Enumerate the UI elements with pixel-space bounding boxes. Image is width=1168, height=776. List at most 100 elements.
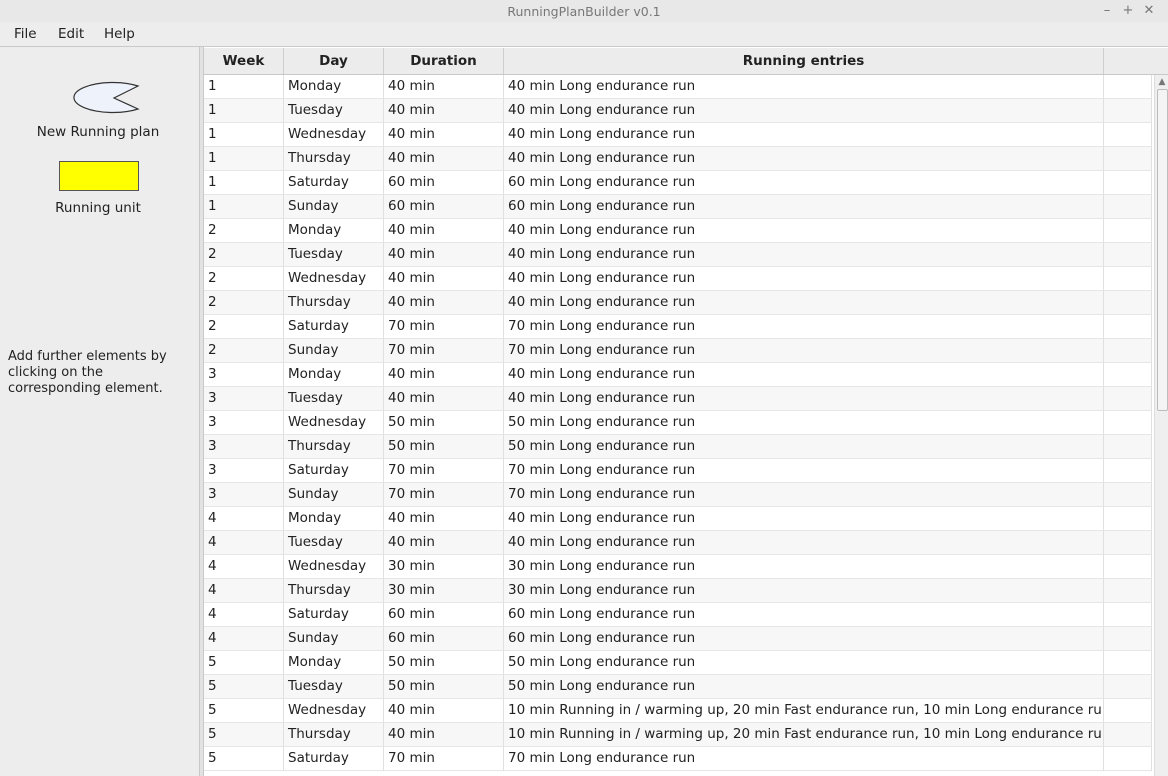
cell-running-entries[interactable]: 10 min Running in / warming up, 20 min F… (504, 723, 1104, 747)
cell-day[interactable]: Wednesday (284, 267, 384, 291)
cell-day[interactable]: Wednesday (284, 411, 384, 435)
cell-day[interactable]: Tuesday (284, 531, 384, 555)
cell-running-entries[interactable]: 60 min Long endurance run (504, 627, 1104, 651)
table-row[interactable]: 5 Saturday 70 min 70 min Long endurance run (204, 747, 1152, 771)
cell-week[interactable]: 2 (204, 315, 284, 339)
cell-empty[interactable] (1104, 99, 1152, 123)
table-row[interactable]: 3 Thursday 50 min 50 min Long endurance run (204, 435, 1152, 459)
cell-empty[interactable] (1104, 291, 1152, 315)
cell-duration[interactable]: 50 min (384, 651, 504, 675)
cell-week[interactable]: 2 (204, 291, 284, 315)
cell-day[interactable]: Tuesday (284, 99, 384, 123)
column-header-running-entries[interactable]: Running entries (504, 48, 1104, 74)
cell-empty[interactable] (1104, 651, 1152, 675)
cell-day[interactable]: Thursday (284, 579, 384, 603)
table-row[interactable]: 3 Saturday 70 min 70 min Long endurance run (204, 459, 1152, 483)
cell-duration[interactable]: 40 min (384, 507, 504, 531)
cell-running-entries[interactable]: 40 min Long endurance run (504, 507, 1104, 531)
cell-week[interactable]: 1 (204, 99, 284, 123)
cell-week[interactable]: 5 (204, 747, 284, 771)
cell-empty[interactable] (1104, 267, 1152, 291)
cell-empty[interactable] (1104, 75, 1152, 99)
cell-day[interactable]: Tuesday (284, 675, 384, 699)
running-unit-label[interactable]: Running unit (0, 200, 196, 216)
cell-duration[interactable]: 70 min (384, 483, 504, 507)
running-unit-icon[interactable] (59, 161, 139, 191)
table-row[interactable]: 3 Sunday 70 min 70 min Long endurance run (204, 483, 1152, 507)
cell-running-entries[interactable]: 30 min Long endurance run (504, 555, 1104, 579)
cell-day[interactable]: Sunday (284, 483, 384, 507)
cell-empty[interactable] (1104, 147, 1152, 171)
cell-running-entries[interactable]: 60 min Long endurance run (504, 195, 1104, 219)
cell-running-entries[interactable]: 70 min Long endurance run (504, 747, 1104, 771)
new-running-plan-icon[interactable] (58, 81, 142, 115)
column-header-day[interactable]: Day (284, 48, 384, 74)
table-row[interactable]: 5 Monday 50 min 50 min Long endurance run (204, 651, 1152, 675)
cell-running-entries[interactable]: 40 min Long endurance run (504, 243, 1104, 267)
table-row[interactable]: 5 Wednesday 40 min 10 min Running in / warm… (204, 699, 1152, 723)
table-row[interactable]: 1 Saturday 60 min 60 min Long endurance run (204, 171, 1152, 195)
cell-day[interactable]: Saturday (284, 171, 384, 195)
cell-running-entries[interactable]: 60 min Long endurance run (504, 603, 1104, 627)
cell-empty[interactable] (1104, 555, 1152, 579)
cell-week[interactable]: 2 (204, 219, 284, 243)
menu-help[interactable]: Help (104, 26, 135, 42)
cell-empty[interactable] (1104, 195, 1152, 219)
cell-week[interactable]: 1 (204, 195, 284, 219)
menu-edit[interactable]: Edit (58, 26, 84, 42)
cell-day[interactable]: Monday (284, 651, 384, 675)
cell-week[interactable]: 3 (204, 435, 284, 459)
cell-empty[interactable] (1104, 531, 1152, 555)
cell-empty[interactable] (1104, 459, 1152, 483)
cell-empty[interactable] (1104, 219, 1152, 243)
cell-empty[interactable] (1104, 507, 1152, 531)
cell-empty[interactable] (1104, 171, 1152, 195)
close-button[interactable]: ✕ (1140, 2, 1158, 20)
cell-week[interactable]: 4 (204, 603, 284, 627)
cell-running-entries[interactable]: 40 min Long endurance run (504, 99, 1104, 123)
cell-running-entries[interactable]: 40 min Long endurance run (504, 363, 1104, 387)
cell-duration[interactable]: 40 min (384, 243, 504, 267)
cell-empty[interactable] (1104, 579, 1152, 603)
cell-duration[interactable]: 40 min (384, 291, 504, 315)
cell-duration[interactable]: 40 min (384, 363, 504, 387)
cell-empty[interactable] (1104, 243, 1152, 267)
cell-week[interactable]: 3 (204, 483, 284, 507)
cell-duration[interactable]: 40 min (384, 123, 504, 147)
cell-running-entries[interactable]: 50 min Long endurance run (504, 675, 1104, 699)
table-row[interactable]: 2 Saturday 70 min 70 min Long endurance run (204, 315, 1152, 339)
column-header-week[interactable]: Week (204, 48, 284, 74)
cell-day[interactable]: Saturday (284, 315, 384, 339)
column-header-duration[interactable]: Duration (384, 48, 504, 74)
cell-duration[interactable]: 30 min (384, 579, 504, 603)
cell-duration[interactable]: 70 min (384, 315, 504, 339)
vertical-scrollbar[interactable]: ▲ (1154, 75, 1168, 776)
table-row[interactable]: 2 Tuesday 40 min 40 min Long endurance run (204, 243, 1152, 267)
cell-duration[interactable]: 40 min (384, 75, 504, 99)
table-row[interactable]: 4 Monday 40 min 40 min Long endurance run (204, 507, 1152, 531)
cell-day[interactable]: Monday (284, 75, 384, 99)
scroll-up-icon[interactable]: ▲ (1155, 75, 1168, 89)
cell-week[interactable]: 3 (204, 363, 284, 387)
cell-running-entries[interactable]: 40 min Long endurance run (504, 75, 1104, 99)
table-row[interactable]: 4 Sunday 60 min 60 min Long endurance run (204, 627, 1152, 651)
table-row[interactable]: 2 Thursday 40 min 40 min Long endurance run (204, 291, 1152, 315)
table-row[interactable]: 2 Monday 40 min 40 min Long endurance run (204, 219, 1152, 243)
cell-week[interactable]: 2 (204, 267, 284, 291)
cell-week[interactable]: 4 (204, 627, 284, 651)
cell-running-entries[interactable]: 40 min Long endurance run (504, 531, 1104, 555)
table-row[interactable]: 1 Thursday 40 min 40 min Long endurance run (204, 147, 1152, 171)
table-row[interactable]: 5 Thursday 40 min 10 min Running in / warmi… (204, 723, 1152, 747)
cell-week[interactable]: 5 (204, 723, 284, 747)
cell-duration[interactable]: 40 min (384, 267, 504, 291)
cell-duration[interactable]: 70 min (384, 747, 504, 771)
table-row[interactable]: 1 Sunday 60 min 60 min Long endurance run (204, 195, 1152, 219)
cell-week[interactable]: 4 (204, 579, 284, 603)
cell-duration[interactable]: 40 min (384, 531, 504, 555)
cell-duration[interactable]: 40 min (384, 147, 504, 171)
cell-day[interactable]: Sunday (284, 339, 384, 363)
cell-empty[interactable] (1104, 675, 1152, 699)
cell-running-entries[interactable]: 40 min Long endurance run (504, 219, 1104, 243)
scrollbar-thumb[interactable] (1157, 89, 1168, 411)
cell-empty[interactable] (1104, 339, 1152, 363)
